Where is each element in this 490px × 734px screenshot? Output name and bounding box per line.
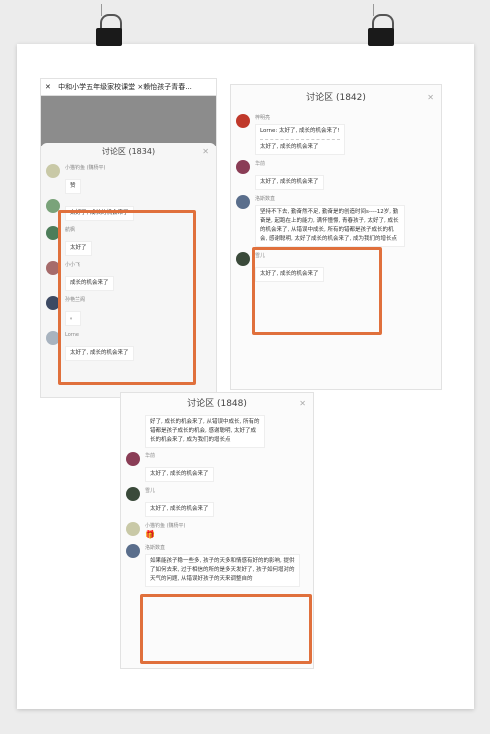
sender-name: 小猫钓鱼 (魏杨平) [65, 165, 106, 171]
avatar [126, 452, 140, 466]
sender-name: 梓明亮 [255, 115, 271, 121]
message-text: 如果能孩子稳一些多, 孩子的天多和情感有好的的影响, 提供了如何去来, 过于相信… [145, 554, 300, 587]
list-item: 梓明亮 Lorne: 太好了, 成长的机会来了! 太好了, 成长的机会来了 [231, 114, 441, 155]
avatar [46, 164, 60, 178]
message-text: 太好了, 成长的机会来了 [255, 175, 324, 190]
avatar [126, 544, 140, 558]
avatar [236, 252, 250, 266]
divider [260, 139, 340, 140]
video-area [41, 96, 216, 146]
message-text: 太好了, 成长的机会来了 [145, 502, 214, 517]
list-item: 雪儿 太好了, 成长的机会来了 [121, 487, 313, 517]
binder-clip-left [96, 4, 122, 46]
close-icon[interactable]: ✕ [202, 143, 209, 161]
list-item: 洛斯数直 坚持不下去, 勤奋然不足, 勤奋是的创造时间s----12岁, 勤奋是… [231, 195, 441, 247]
sender-name: 洛斯数直 [255, 196, 276, 202]
message-bubble: Lorne: 太好了, 成长的机会来了! 太好了, 成长的机会来了 [255, 124, 345, 155]
message-text: 坚持不下去, 勤奋然不足, 勤奋是的创造时间s----12岁, 勤奋是, 起跑在… [255, 205, 405, 247]
message-text: 赞 [65, 179, 81, 194]
close-icon[interactable]: ✕ [299, 393, 306, 415]
avatar [126, 522, 140, 536]
highlight-box [58, 210, 196, 385]
discussion-title: 讨论区 (1848) [187, 399, 247, 409]
gift-icon: 🎁 [145, 530, 155, 539]
discussion-title: 讨论区 (1842) [306, 93, 366, 103]
list-item: 小猫钓鱼 (魏杨平) 🎁 [121, 522, 313, 539]
list-item: 华前 太好了, 成长的机会来了 [121, 452, 313, 482]
sender-name: 小猫钓鱼 (魏杨平) [145, 523, 186, 529]
screenshot-2: 讨论区 (1842) ✕ 梓明亮 Lorne: 太好了, 成长的机会来了! 太好… [230, 84, 442, 390]
avatar [236, 195, 250, 209]
sender-name: 雪儿 [145, 488, 156, 494]
close-icon[interactable]: ✕ [45, 83, 51, 91]
avatar [236, 114, 250, 128]
sender-name: 华前 [255, 161, 266, 167]
list-item: 华前 太好了, 成长的机会来了 [231, 160, 441, 190]
message-text: 太好了, 成长的机会来了 [260, 144, 319, 150]
highlight-box [140, 594, 312, 664]
discussion-title: 讨论区 (1834) [101, 147, 156, 156]
list-item: 小猫钓鱼 (魏杨平) 赞 [41, 164, 216, 194]
avatar [126, 487, 140, 501]
close-icon[interactable]: ✕ [427, 85, 434, 111]
highlight-box [252, 247, 382, 335]
sender-name: 华前 [145, 453, 156, 459]
message-text: 好了, 成长的机会来了, 从错误中成长, 所有的错都是孩子成长的机会, 感谢聪明… [145, 415, 265, 448]
avatar [236, 160, 250, 174]
message-text: 太好了, 成长的机会来了 [145, 467, 214, 482]
sender-name: 洛斯数直 [145, 545, 166, 551]
app-header: ✕ 中和小学五年级家校课堂 ×赖怡孩子青春... [41, 79, 216, 96]
quoted-text: Lorne: 太好了, 成长的机会来了! [260, 128, 340, 134]
binder-clip-right [368, 4, 394, 46]
app-header-title: 中和小学五年级家校课堂 ×赖怡孩子青春... [58, 83, 192, 91]
list-item: 洛斯数直 如果能孩子稳一些多, 孩子的天多和情感有好的的影响, 提供了如何去来,… [121, 544, 313, 587]
